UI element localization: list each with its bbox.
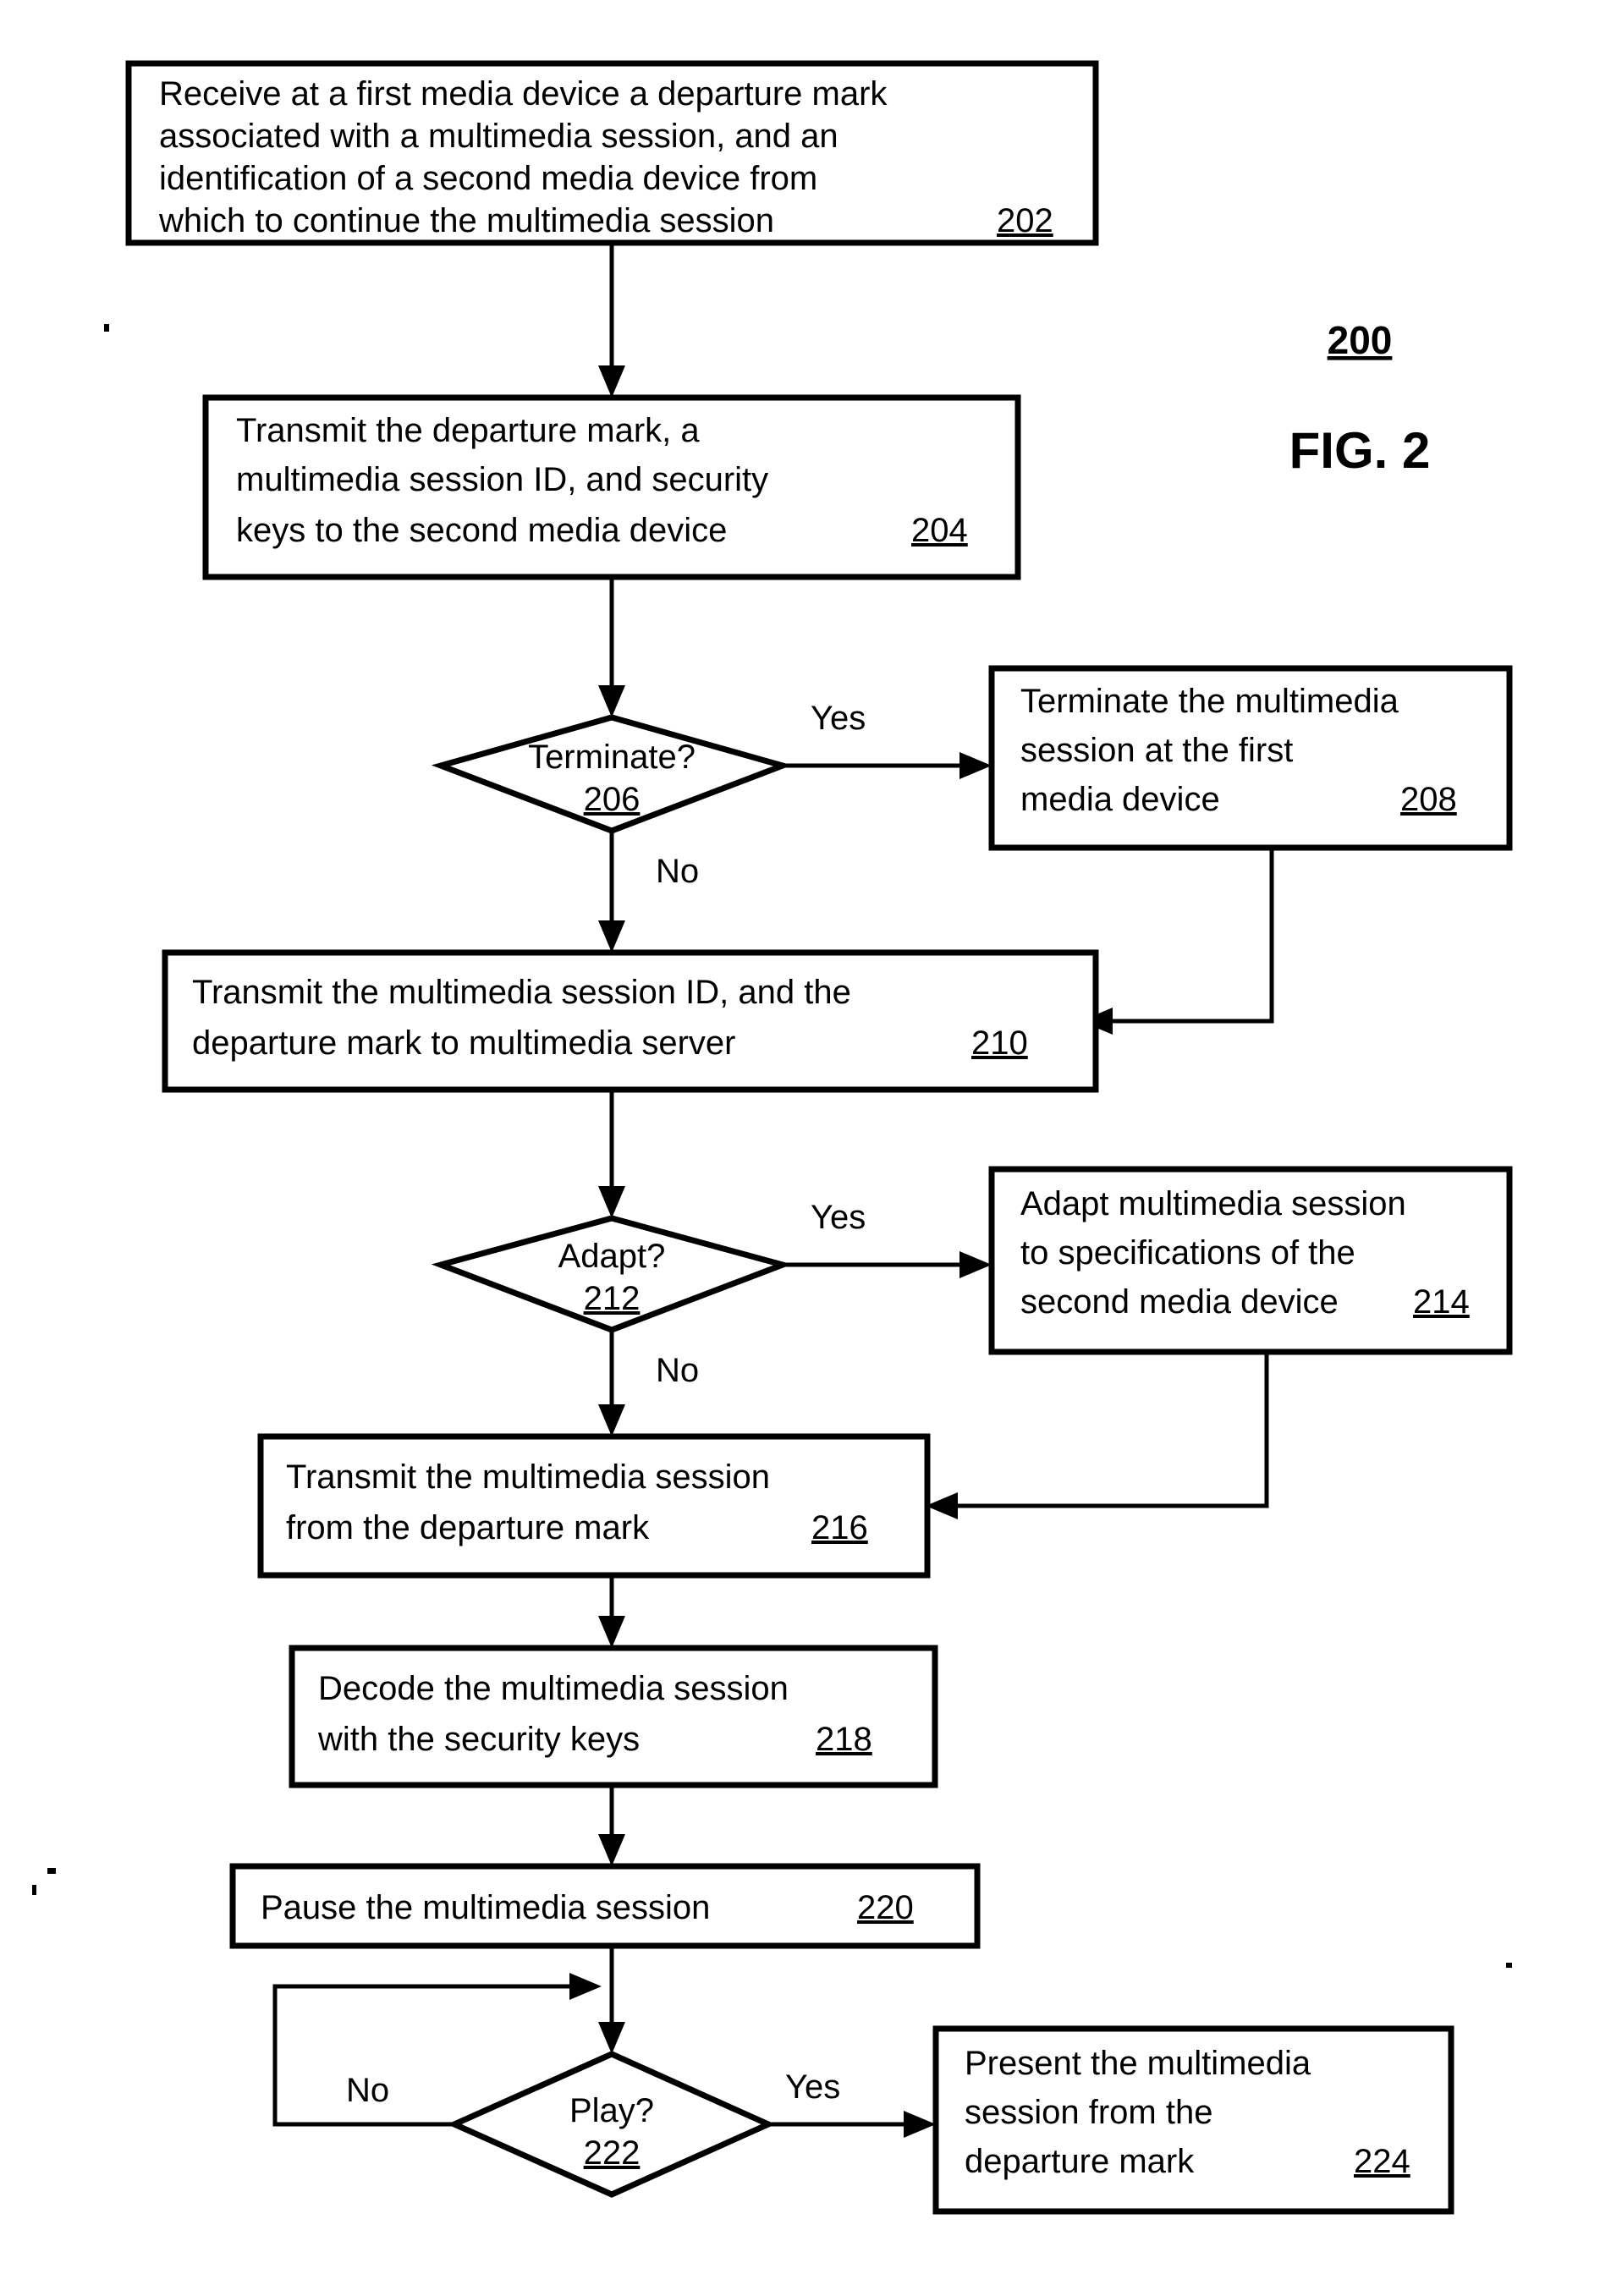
node-208-line-3: media device [1020,781,1220,818]
branch-label-adapt-yes: Yes [811,1199,866,1236]
branch-label-play-no: No [346,2072,389,2109]
node-222-ref: 222 [584,2134,641,2172]
node-216-line-1: Transmit the multimedia session [286,1458,770,1496]
node-216-ref: 216 [811,1509,868,1546]
edge-208-to-210 [1080,848,1274,1035]
figure-title: FIG. 2 [1289,422,1431,479]
edge-214-to-216 [926,1351,1269,1519]
node-206-ref: 206 [584,781,641,818]
node-204-line-2: multimedia session ID, and security [236,461,768,498]
node-214-line-1: Adapt multimedia session [1020,1185,1406,1222]
node-204[interactable]: Transmit the departure mark, a multimedi… [202,394,1021,580]
node-212-ref: 212 [584,1280,641,1317]
node-208-line-2: session at the first [1020,732,1293,769]
node-224-line-1: Present the multimedia [965,2045,1311,2082]
node-214-line-3: second media device [1020,1283,1339,1321]
node-204-line-3: keys to the second media device [236,512,727,549]
edge-204-to-206 [598,577,625,717]
node-218-shape[interactable] [289,1645,938,1788]
edge-220-to-222 [598,1946,625,2054]
node-208-line-1: Terminate the multimedia [1020,683,1399,720]
node-202-line-4: which to continue the multimedia session [158,202,774,239]
node-204-ref: 204 [911,512,968,549]
node-220[interactable]: Pause the multimedia session 220 [229,1863,981,1949]
figure-labels: 200 FIG. 2 [1289,318,1431,479]
node-202-ref: 202 [997,202,1053,239]
edge-218-to-220 [598,1785,625,1866]
node-208[interactable]: Terminate the multimedia session at the … [988,665,1513,851]
flowchart-diagram: Yes No Yes No No Yes Receive at a first … [32,60,1513,2215]
branch-label-play-yes: Yes [785,2068,840,2106]
branch-label-adapt-no: No [656,1352,699,1389]
node-206-label: Terminate? [528,739,696,776]
node-224-line-2: session from the [965,2094,1212,2131]
node-214-line-2: to specifications of the [1020,1234,1355,1272]
edge-202-to-204 [598,243,625,398]
node-212-label: Adapt? [558,1238,666,1275]
patent-figure-200: Yes No Yes No No Yes Receive at a first … [0,0,1600,2296]
node-218[interactable]: Decode the multimedia session with the s… [289,1645,938,1788]
node-218-line-1: Decode the multimedia session [318,1670,789,1707]
node-220-ref: 220 [857,1889,914,1926]
node-224-line-3: departure mark [965,2143,1195,2180]
node-222[interactable]: Play? 222 [447,2051,776,2198]
edge-212-yes-to-214: Yes [783,1199,992,1278]
node-222-label: Play? [569,2092,654,2129]
node-202[interactable]: Receive at a first media device a depart… [125,60,1099,246]
node-216-line-2: from the departure mark [286,1509,650,1546]
node-208-ref: 208 [1400,781,1457,818]
node-202-line-2: associated with a multimedia session, an… [159,118,838,155]
node-204-line-1: Transmit the departure mark, a [236,412,700,449]
node-220-line-1: Pause the multimedia session [261,1889,710,1926]
node-212[interactable]: Adapt? 212 [431,1215,793,1333]
node-202-line-1: Receive at a first media device a depart… [159,75,888,113]
node-214[interactable]: Adapt multimedia session to specificatio… [988,1166,1513,1355]
node-210-ref: 210 [971,1024,1028,1062]
edge-206-no-to-210: No [598,831,699,953]
node-224[interactable]: Present the multimedia session from the … [932,2025,1454,2215]
edge-222-yes-to-224: Yes [768,2068,936,2138]
branch-label-terminate-yes: Yes [811,700,866,737]
node-202-line-3: identification of a second media device … [159,160,817,197]
branch-label-terminate-no: No [656,853,699,890]
node-214-ref: 214 [1413,1283,1470,1321]
node-218-ref: 218 [816,1721,872,1758]
figure-reference-number: 200 [1328,318,1393,362]
node-218-line-2: with the security keys [317,1721,640,1758]
edge-216-to-218 [598,1575,625,1648]
edge-206-yes-to-208: Yes [783,700,992,779]
edge-212-no-to-216: No [598,1330,699,1436]
node-206[interactable]: Terminate? 206 [431,714,793,834]
node-210-line-1: Transmit the multimedia session ID, and … [192,974,851,1011]
edge-210-to-212 [598,1090,625,1218]
node-216[interactable]: Transmit the multimedia session from the… [257,1433,931,1579]
node-210[interactable]: Transmit the multimedia session ID, and … [162,949,1099,1093]
node-216-shape[interactable] [257,1433,931,1579]
node-224-ref: 224 [1354,2143,1410,2180]
node-210-line-2: departure mark to multimedia server [192,1024,735,1062]
